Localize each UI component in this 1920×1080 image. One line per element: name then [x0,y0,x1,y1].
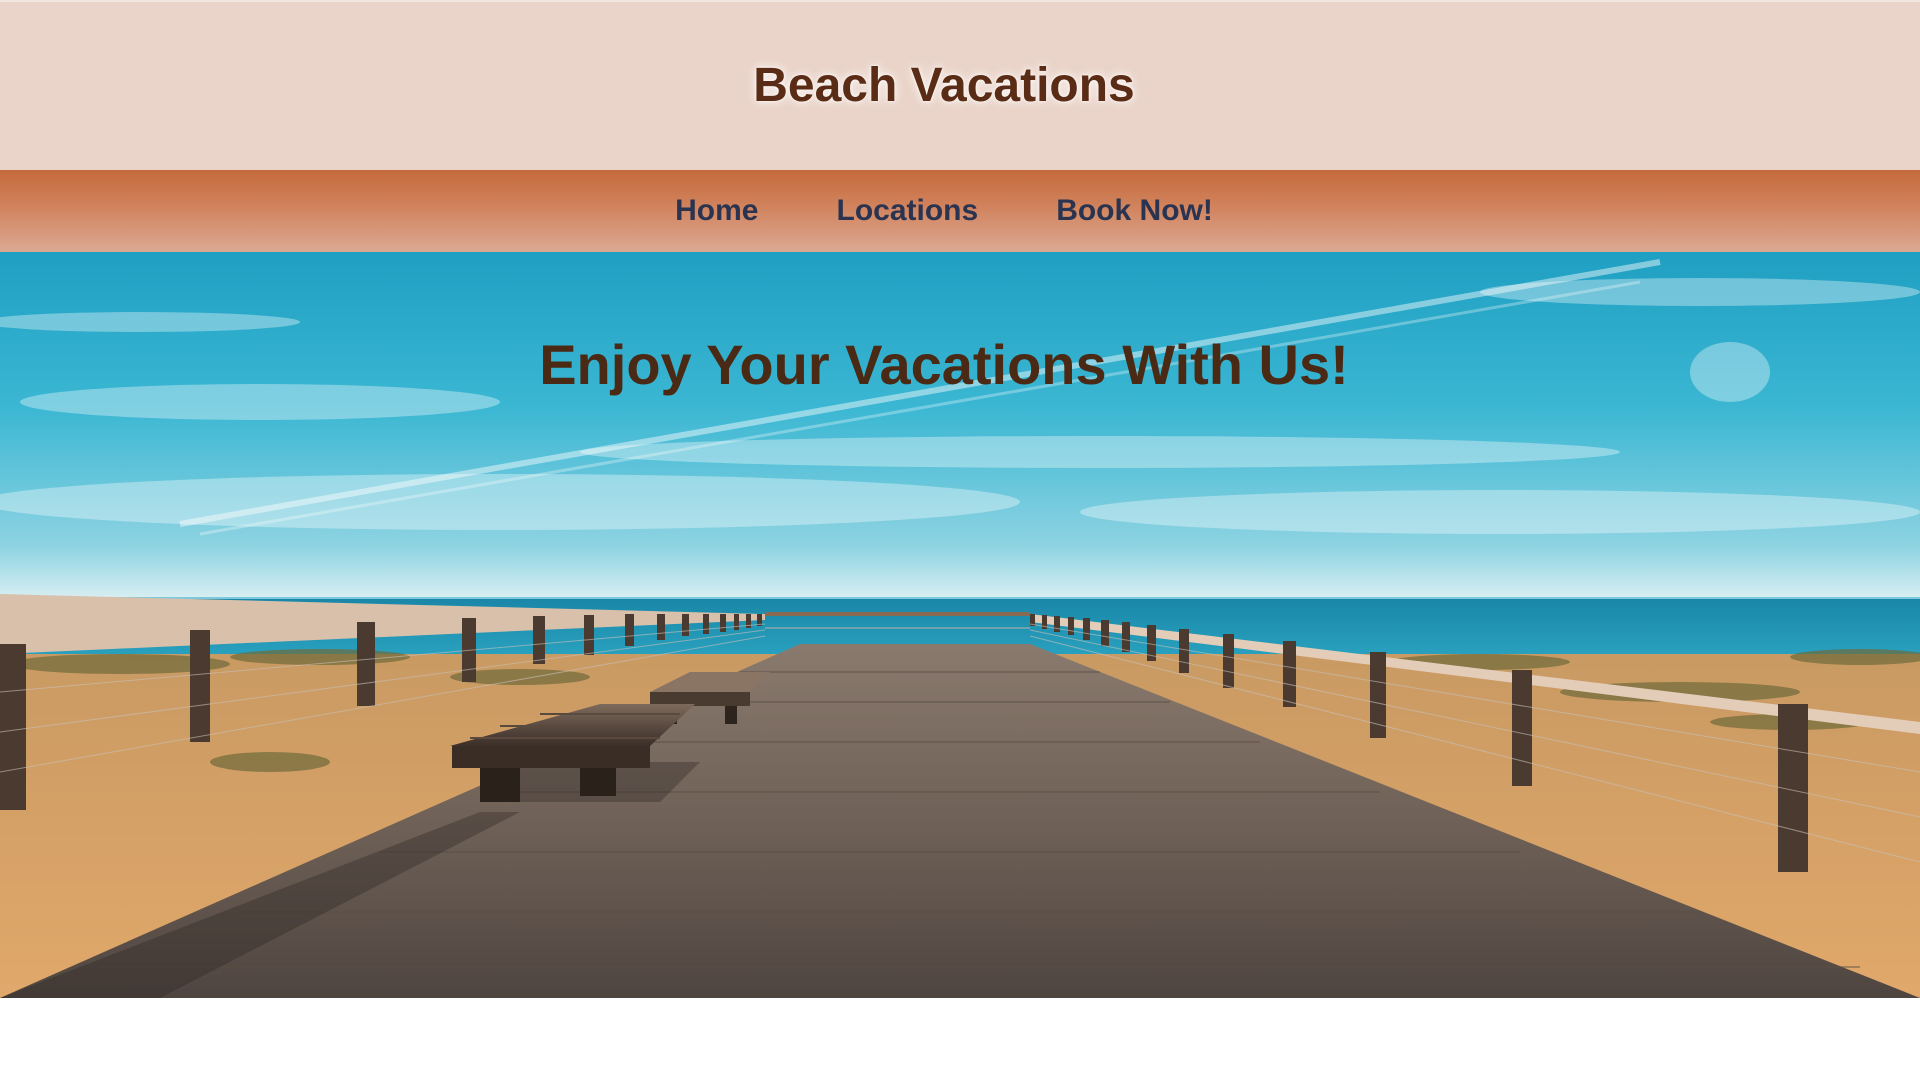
nav-link-book-now[interactable]: Book Now! [1056,194,1213,228]
nav-link-home[interactable]: Home [675,194,758,228]
hero-banner: Enjoy Your Vacations With Us! [0,252,1920,998]
nav-link-locations[interactable]: Locations [837,194,979,228]
page-body-blank [0,998,1920,1080]
site-title: Beach Vacations [753,59,1135,112]
hero-heading: Enjoy Your Vacations With Us! [539,333,1349,396]
nav-bar: Home Locations Book Now! [0,170,1920,252]
site-header: Beach Vacations [0,0,1920,170]
